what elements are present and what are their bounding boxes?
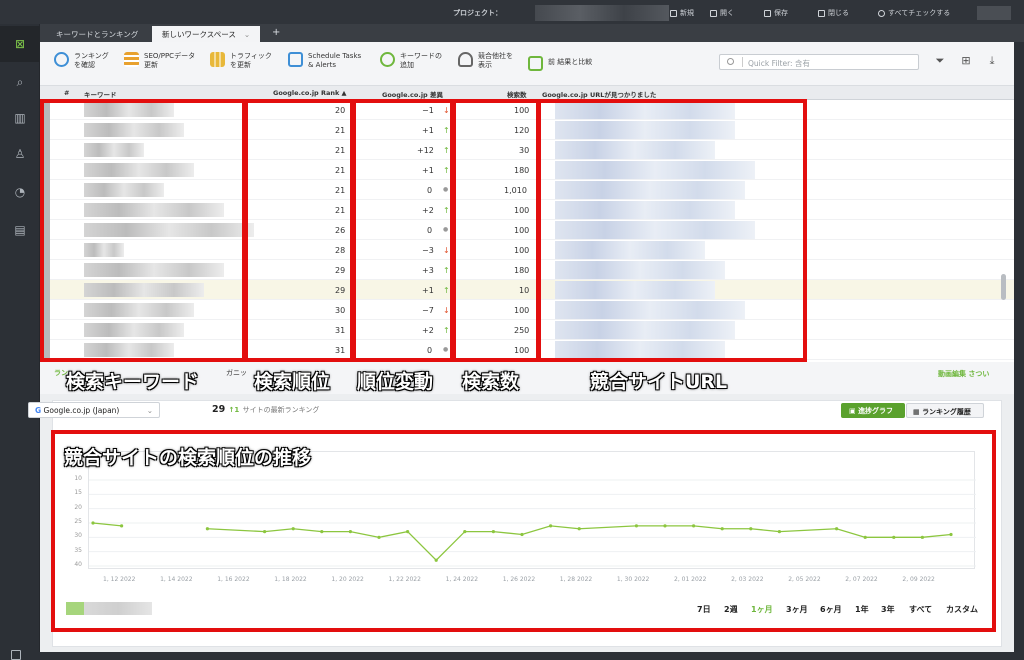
workspace-tabs: キーワードとランキング 新しいワークスペース ⌄ + <box>40 24 1024 42</box>
calendar-icon <box>288 52 303 67</box>
progress-graph-button[interactable]: ▣ 進捗グラフ <box>841 403 905 418</box>
open-button[interactable]: 開く <box>710 8 734 18</box>
selected-keyword-link[interactable]: 動画編集 さつい <box>938 369 989 379</box>
show-competitors-button[interactable]: 競合他社を 表示 <box>458 52 513 70</box>
annotation-box-diff <box>352 99 454 362</box>
sidebar-reports-stats[interactable]: ▥ <box>0 100 40 136</box>
users-icon <box>458 52 473 67</box>
refresh-icon <box>878 9 885 17</box>
table-scrollbar[interactable] <box>1001 274 1006 300</box>
chevron-down-icon: ⌄ <box>146 406 153 415</box>
compare-results-button[interactable]: 前 結果と比較 <box>528 56 592 71</box>
annotation-chart: 競合サイトの検索順位の推移 <box>64 447 312 469</box>
check-all-button[interactable]: すべてチェックする <box>878 8 950 18</box>
sidebar-research[interactable]: ⌕ <box>0 64 40 100</box>
sidebar-competitors[interactable]: ♙ <box>0 136 40 172</box>
annotation-box-keyword <box>40 99 246 362</box>
title-bar: プロジェクト： 新規 開く 保存 閉じる すべてチェックする <box>0 0 1024 24</box>
col-keyword[interactable]: キーワード <box>84 89 117 99</box>
project-name-blurred <box>535 5 669 21</box>
new-button[interactable]: 新規 <box>670 8 694 18</box>
user-icon: ♙ <box>14 147 26 161</box>
col-volume[interactable]: 検索数 <box>507 89 527 99</box>
table-icon: ▦ <box>913 408 923 416</box>
annotation-keyword: 検索キーワード <box>66 371 200 393</box>
refresh-icon <box>54 52 69 67</box>
ranking-history-button[interactable]: ▦ ランキング履歴 <box>906 403 984 418</box>
traffic-bars-icon <box>210 52 225 67</box>
compare-icon <box>528 56 543 71</box>
toolbar: ランキング を確認 SEO/PPCデータ 更新 トラフィック を更新 Sched… <box>40 42 1014 86</box>
list-icon <box>124 52 139 67</box>
sidebar-reports[interactable]: ▤ <box>0 212 40 248</box>
sidebar-rank-tracking[interactable]: ⊠ <box>0 26 40 62</box>
table-header: # キーワード Google.co.jp Rank ▲ Google.co.jp… <box>40 86 1014 100</box>
annotation-box-volume <box>452 99 540 362</box>
download-icon[interactable]: ⤓ <box>986 55 998 67</box>
add-tab-button[interactable]: + <box>272 27 280 38</box>
annotation-box-rank <box>244 99 354 362</box>
save-button[interactable]: 保存 <box>764 8 788 18</box>
tab-menu-icon[interactable]: ⌄ <box>244 30 250 39</box>
folder-icon <box>710 9 717 17</box>
tab-new-workspace[interactable]: 新しいワークスペース ⌄ <box>152 26 261 42</box>
check-rankings-button[interactable]: ランキング を確認 <box>54 52 109 70</box>
current-rank: 29 ↑1 サイトの最新ランキング <box>212 404 320 415</box>
google-icon: G <box>35 406 42 415</box>
quick-filter-input[interactable]: Quick Filter: 含有 <box>719 54 919 70</box>
tab-keywords-ranking[interactable]: キーワードとランキング <box>46 26 148 42</box>
bar-chart-icon: ▥ <box>14 111 26 125</box>
annotation-rank: 検索順位 <box>254 371 331 393</box>
plus-circle-icon <box>380 52 395 67</box>
update-seo-ppc-button[interactable]: SEO/PPCデータ 更新 <box>124 52 195 70</box>
project-label: プロジェクト： <box>453 9 502 17</box>
search-engine-select[interactable]: G Google.co.jp (Japan) ⌄ <box>28 402 160 418</box>
sidebar-speed[interactable]: ◔ <box>0 174 40 210</box>
gauge-icon: ◔ <box>14 185 26 199</box>
schedule-tasks-button[interactable]: Schedule Tasks & Alerts <box>288 52 361 70</box>
col-url[interactable]: Google.co.jp URLが見つかりました <box>542 89 656 99</box>
annotation-url: 競合サイトURL <box>590 371 728 393</box>
annotation-box-url <box>537 99 807 362</box>
add-keywords-button[interactable]: キーワードの 追加 <box>380 52 442 70</box>
col-rank[interactable]: Google.co.jp Rank ▲ <box>273 89 347 97</box>
col-diff[interactable]: Google.co.jp 差異 <box>382 89 443 99</box>
graph-icon: ▣ <box>849 407 859 415</box>
filter-icon[interactable]: ⏷ <box>934 55 946 67</box>
close-icon <box>818 9 825 17</box>
grid-view-icon[interactable]: ⊞ <box>960 55 972 67</box>
close-button[interactable]: 閉じる <box>818 8 849 18</box>
search-icon: ⌕ <box>16 74 24 89</box>
book-icon: ▤ <box>14 223 26 237</box>
chart-icon: ⊠ <box>14 37 26 51</box>
tab-organic[interactable]: ガニッ <box>226 368 247 378</box>
col-num[interactable]: # <box>64 89 69 97</box>
user-blurred <box>977 6 1011 20</box>
update-traffic-button[interactable]: トラフィック を更新 <box>210 52 272 70</box>
annotation-volume: 検索数 <box>462 371 520 393</box>
left-sidebar: ⊠ ⌕ ▥ ♙ ◔ ▤ <box>0 24 40 660</box>
save-icon <box>764 9 771 17</box>
annotation-diff: 順位変動 <box>357 371 434 393</box>
search-icon <box>727 58 734 65</box>
new-icon <box>670 9 677 17</box>
